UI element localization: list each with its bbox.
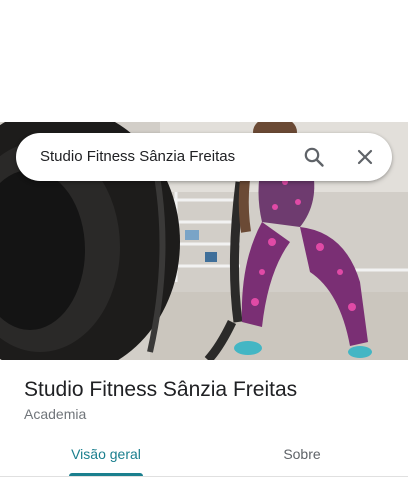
search-input[interactable]: Studio Fitness Sânzia Freitas — [40, 133, 235, 181]
close-icon[interactable] — [353, 145, 377, 169]
tab-about[interactable]: Sobre — [252, 432, 352, 476]
tab-overview[interactable]: Visão geral — [56, 432, 156, 476]
search-icon[interactable] — [302, 145, 326, 169]
place-title: Studio Fitness Sânzia Freitas — [24, 378, 298, 401]
tabs-divider — [0, 476, 408, 477]
place-tabs: Visão geral Sobre — [0, 432, 408, 477]
search-bar[interactable]: Studio Fitness Sânzia Freitas — [16, 133, 392, 181]
place-category: Academia — [24, 406, 87, 422]
